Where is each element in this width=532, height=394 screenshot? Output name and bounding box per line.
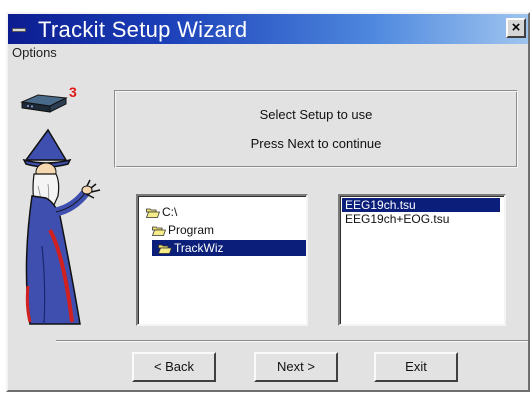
setup-file-list[interactable]: EEG19ch.tsu EEG19ch+EOG.tsu xyxy=(338,194,506,326)
system-menu-icon[interactable] xyxy=(12,28,26,32)
tree-item-label: TrackWiz xyxy=(174,241,224,255)
open-folder-icon xyxy=(152,226,166,236)
tree-item-label: Program xyxy=(168,223,215,237)
close-button[interactable]: × xyxy=(506,18,526,38)
open-folder-icon xyxy=(158,244,172,254)
back-button[interactable]: < Back xyxy=(132,352,216,382)
file-item-eeg19ch-eog[interactable]: EEG19ch+EOG.tsu xyxy=(342,212,452,226)
title-bar[interactable]: Trackit Setup Wizard × xyxy=(8,14,528,44)
tree-item-program[interactable]: Program xyxy=(152,222,218,238)
window-title: Trackit Setup Wizard xyxy=(38,17,248,42)
amplifier-device-icon xyxy=(20,94,68,113)
menu-bar: Options xyxy=(12,44,57,64)
setup-wizard-window: Trackit Setup Wizard × Options 3 Select … xyxy=(6,12,530,392)
next-button[interactable]: Next > xyxy=(254,352,338,382)
folder-tree[interactable]: C:\ Program TrackWiz xyxy=(136,194,308,326)
menu-options[interactable]: Options xyxy=(12,45,57,60)
exit-button[interactable]: Exit xyxy=(374,352,458,382)
instruction-line-select: Select Setup to use xyxy=(259,107,373,122)
separator-line xyxy=(56,340,528,342)
tree-item-trackwiz[interactable]: TrackWiz xyxy=(152,240,306,256)
instruction-box: Select Setup to use Press Next to contin… xyxy=(114,90,518,168)
tree-item-c-drive[interactable]: C:\ xyxy=(146,204,181,220)
wizard-mascot-icon xyxy=(22,128,101,325)
tree-item-label: C:\ xyxy=(162,205,178,219)
device-count-badge: 3 xyxy=(69,84,77,100)
instruction-line-next: Press Next to continue xyxy=(250,136,382,151)
file-item-eeg19ch[interactable]: EEG19ch.tsu xyxy=(342,198,500,212)
open-folder-icon xyxy=(146,208,160,218)
